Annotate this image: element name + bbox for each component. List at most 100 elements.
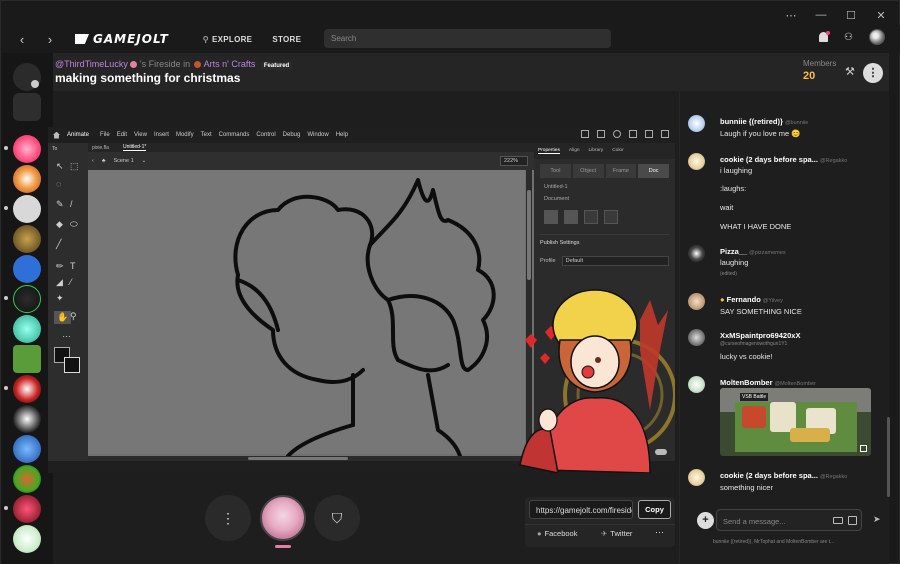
- tab-library: Library: [588, 148, 604, 153]
- keyboard-icon[interactable]: [833, 517, 843, 524]
- menu-insert: Insert: [153, 132, 169, 138]
- menu-commands: Commands: [218, 132, 250, 138]
- search-input[interactable]: Search: [324, 29, 611, 48]
- stream-video[interactable]: Animate File Edit View Insert Modify Tex…: [48, 127, 675, 473]
- members-number: 20: [803, 70, 816, 82]
- chat-text: Laugh if you love me 😊: [720, 129, 801, 138]
- fireside-in-label: 's Fireside in: [139, 59, 191, 69]
- chat-username[interactable]: XxMSpaintpro69420xX: [720, 331, 800, 340]
- community-icon-minecraft[interactable]: [13, 345, 41, 373]
- hscroll-thumb: [248, 457, 348, 460]
- user-avatar[interactable]: [869, 29, 885, 45]
- tab-properties: Properties: [538, 148, 560, 154]
- avatar[interactable]: [688, 245, 705, 262]
- chat-text: lucky vs cookie!: [720, 352, 773, 361]
- share-more-icon[interactable]: ⋯: [655, 527, 664, 538]
- community-icon-gamejolt[interactable]: [13, 315, 41, 343]
- add-attachment-button[interactable]: +: [697, 512, 714, 529]
- sticker-button[interactable]: ⛉: [314, 495, 360, 541]
- chat-username[interactable]: ● Fernando @Yilvey: [720, 295, 783, 304]
- sticker-icon[interactable]: [848, 516, 857, 525]
- compass-icon: ⚲: [202, 34, 209, 44]
- avatar[interactable]: [688, 376, 705, 393]
- host-avatar[interactable]: [260, 495, 306, 541]
- chat-message: XxMSpaintpro69420xX @curseofmagenowothgu…: [688, 329, 878, 363]
- share-facebook-button[interactable]: ● Facebook: [537, 529, 577, 538]
- expand-icon[interactable]: [860, 445, 867, 452]
- minimize-icon[interactable]: —: [815, 9, 827, 22]
- gamejolt-logo[interactable]: GAMEJOLT: [75, 32, 169, 46]
- avatar[interactable]: [688, 115, 705, 132]
- doc-icons: [544, 210, 665, 224]
- scene-label: Scene 1: [113, 158, 134, 164]
- guide-icon: [564, 210, 578, 224]
- menu-view: View: [134, 132, 147, 138]
- nav-store[interactable]: STORE: [272, 35, 301, 44]
- message-input[interactable]: [723, 514, 823, 528]
- community-icon-league[interactable]: [13, 225, 41, 253]
- host-link[interactable]: @ThirdTimeLucky: [55, 59, 128, 69]
- chat-username[interactable]: MoltenBomber @MoltenBomber: [720, 378, 816, 387]
- unread-dot: [4, 206, 8, 210]
- chat-scrollbar[interactable]: [887, 417, 890, 497]
- chat-username[interactable]: cookie (2 days before spa... @Regakko: [720, 155, 847, 164]
- community-icon-2[interactable]: [13, 165, 41, 193]
- share-twitter-button[interactable]: ✈ Twitter: [601, 529, 632, 538]
- nav-explore[interactable]: ⚲ EXPLORE: [203, 35, 253, 44]
- close-icon[interactable]: ✕: [875, 9, 887, 22]
- avatar[interactable]: [688, 329, 705, 346]
- community-link[interactable]: Arts n' Crafts: [204, 59, 256, 69]
- community-icon-f[interactable]: [13, 255, 41, 283]
- animate-app-name: Animate: [67, 132, 90, 138]
- chat-username[interactable]: bunniie {(retired)} @bunniie: [720, 117, 808, 126]
- fireside-host-line: @ThirdTimeLucky 's Fireside in Arts n' C…: [55, 59, 293, 70]
- library-icon[interactable]: [13, 93, 41, 121]
- host-badge-icon: [130, 61, 138, 69]
- community-icon-roblox[interactable]: [13, 195, 41, 223]
- avatar[interactable]: [688, 153, 705, 170]
- community-icon-sonic[interactable]: [13, 435, 41, 463]
- stream-mode-icon[interactable]: ⚒: [845, 65, 855, 78]
- maximize-icon[interactable]: ☐: [845, 9, 857, 22]
- avatar[interactable]: [688, 293, 705, 310]
- window-menu-icon[interactable]: ⋯: [785, 9, 797, 22]
- unread-dot: [4, 386, 8, 390]
- notification-bell-icon[interactable]: [819, 31, 831, 42]
- community-icon-1[interactable]: [13, 135, 41, 163]
- community-icon-fnf[interactable]: [13, 465, 41, 493]
- chat-username[interactable]: Pizza__ @pizzamemes: [720, 247, 786, 256]
- chat-username[interactable]: cookie (2 days before spa... @Regakko: [720, 471, 847, 480]
- pen-tool-icon: ✎: [56, 199, 64, 209]
- community-icon-smash[interactable]: [13, 405, 41, 433]
- send-icon[interactable]: ➤: [873, 514, 881, 525]
- chat-message: cookie (2 days before spa... @Regakko i l…: [688, 153, 878, 233]
- chat-panel: bunniie {(retired)} @bunniie Laugh if you…: [679, 91, 890, 564]
- host-options-button[interactable]: ⋮: [205, 495, 251, 541]
- embed-character-1: [742, 406, 766, 428]
- community-icon-red[interactable]: [13, 375, 41, 403]
- coin-icon: ●: [720, 295, 727, 304]
- forward-arrow-icon[interactable]: ›: [43, 32, 57, 47]
- logo-text: GAMEJOLT: [93, 32, 169, 46]
- members-count[interactable]: Members 20: [803, 59, 836, 82]
- scene-dropdown-icon: ⌄: [141, 158, 147, 164]
- selection-tool-icon: ↖: [56, 161, 64, 171]
- back-arrow-icon[interactable]: ‹: [15, 32, 29, 47]
- segment-doc: Doc: [638, 164, 669, 178]
- vscroll-thumb: [527, 190, 531, 280]
- facebook-label: Facebook: [544, 529, 578, 538]
- share-url-field[interactable]: https://gamejolt.com/fireside/@ThirdTime…: [529, 500, 633, 519]
- nav-explore-label: EXPLORE: [211, 34, 253, 44]
- community-icon-8[interactable]: [13, 495, 41, 523]
- username-text: XxMSpaintpro69420xX: [720, 331, 801, 340]
- chat-text: wait: [720, 203, 734, 212]
- community-icon-9[interactable]: [13, 525, 41, 553]
- chat-image-embed[interactable]: VSB Battle: [720, 388, 871, 456]
- avatar[interactable]: [688, 469, 705, 486]
- friends-icon[interactable]: ⚇: [844, 32, 853, 43]
- unread-dot: [4, 506, 8, 510]
- community-icon-lightning[interactable]: [13, 285, 41, 313]
- username-text: MoltenBomber: [720, 378, 773, 387]
- fireside-options-button[interactable]: ⋮: [863, 63, 883, 83]
- copy-button[interactable]: Copy: [638, 500, 671, 519]
